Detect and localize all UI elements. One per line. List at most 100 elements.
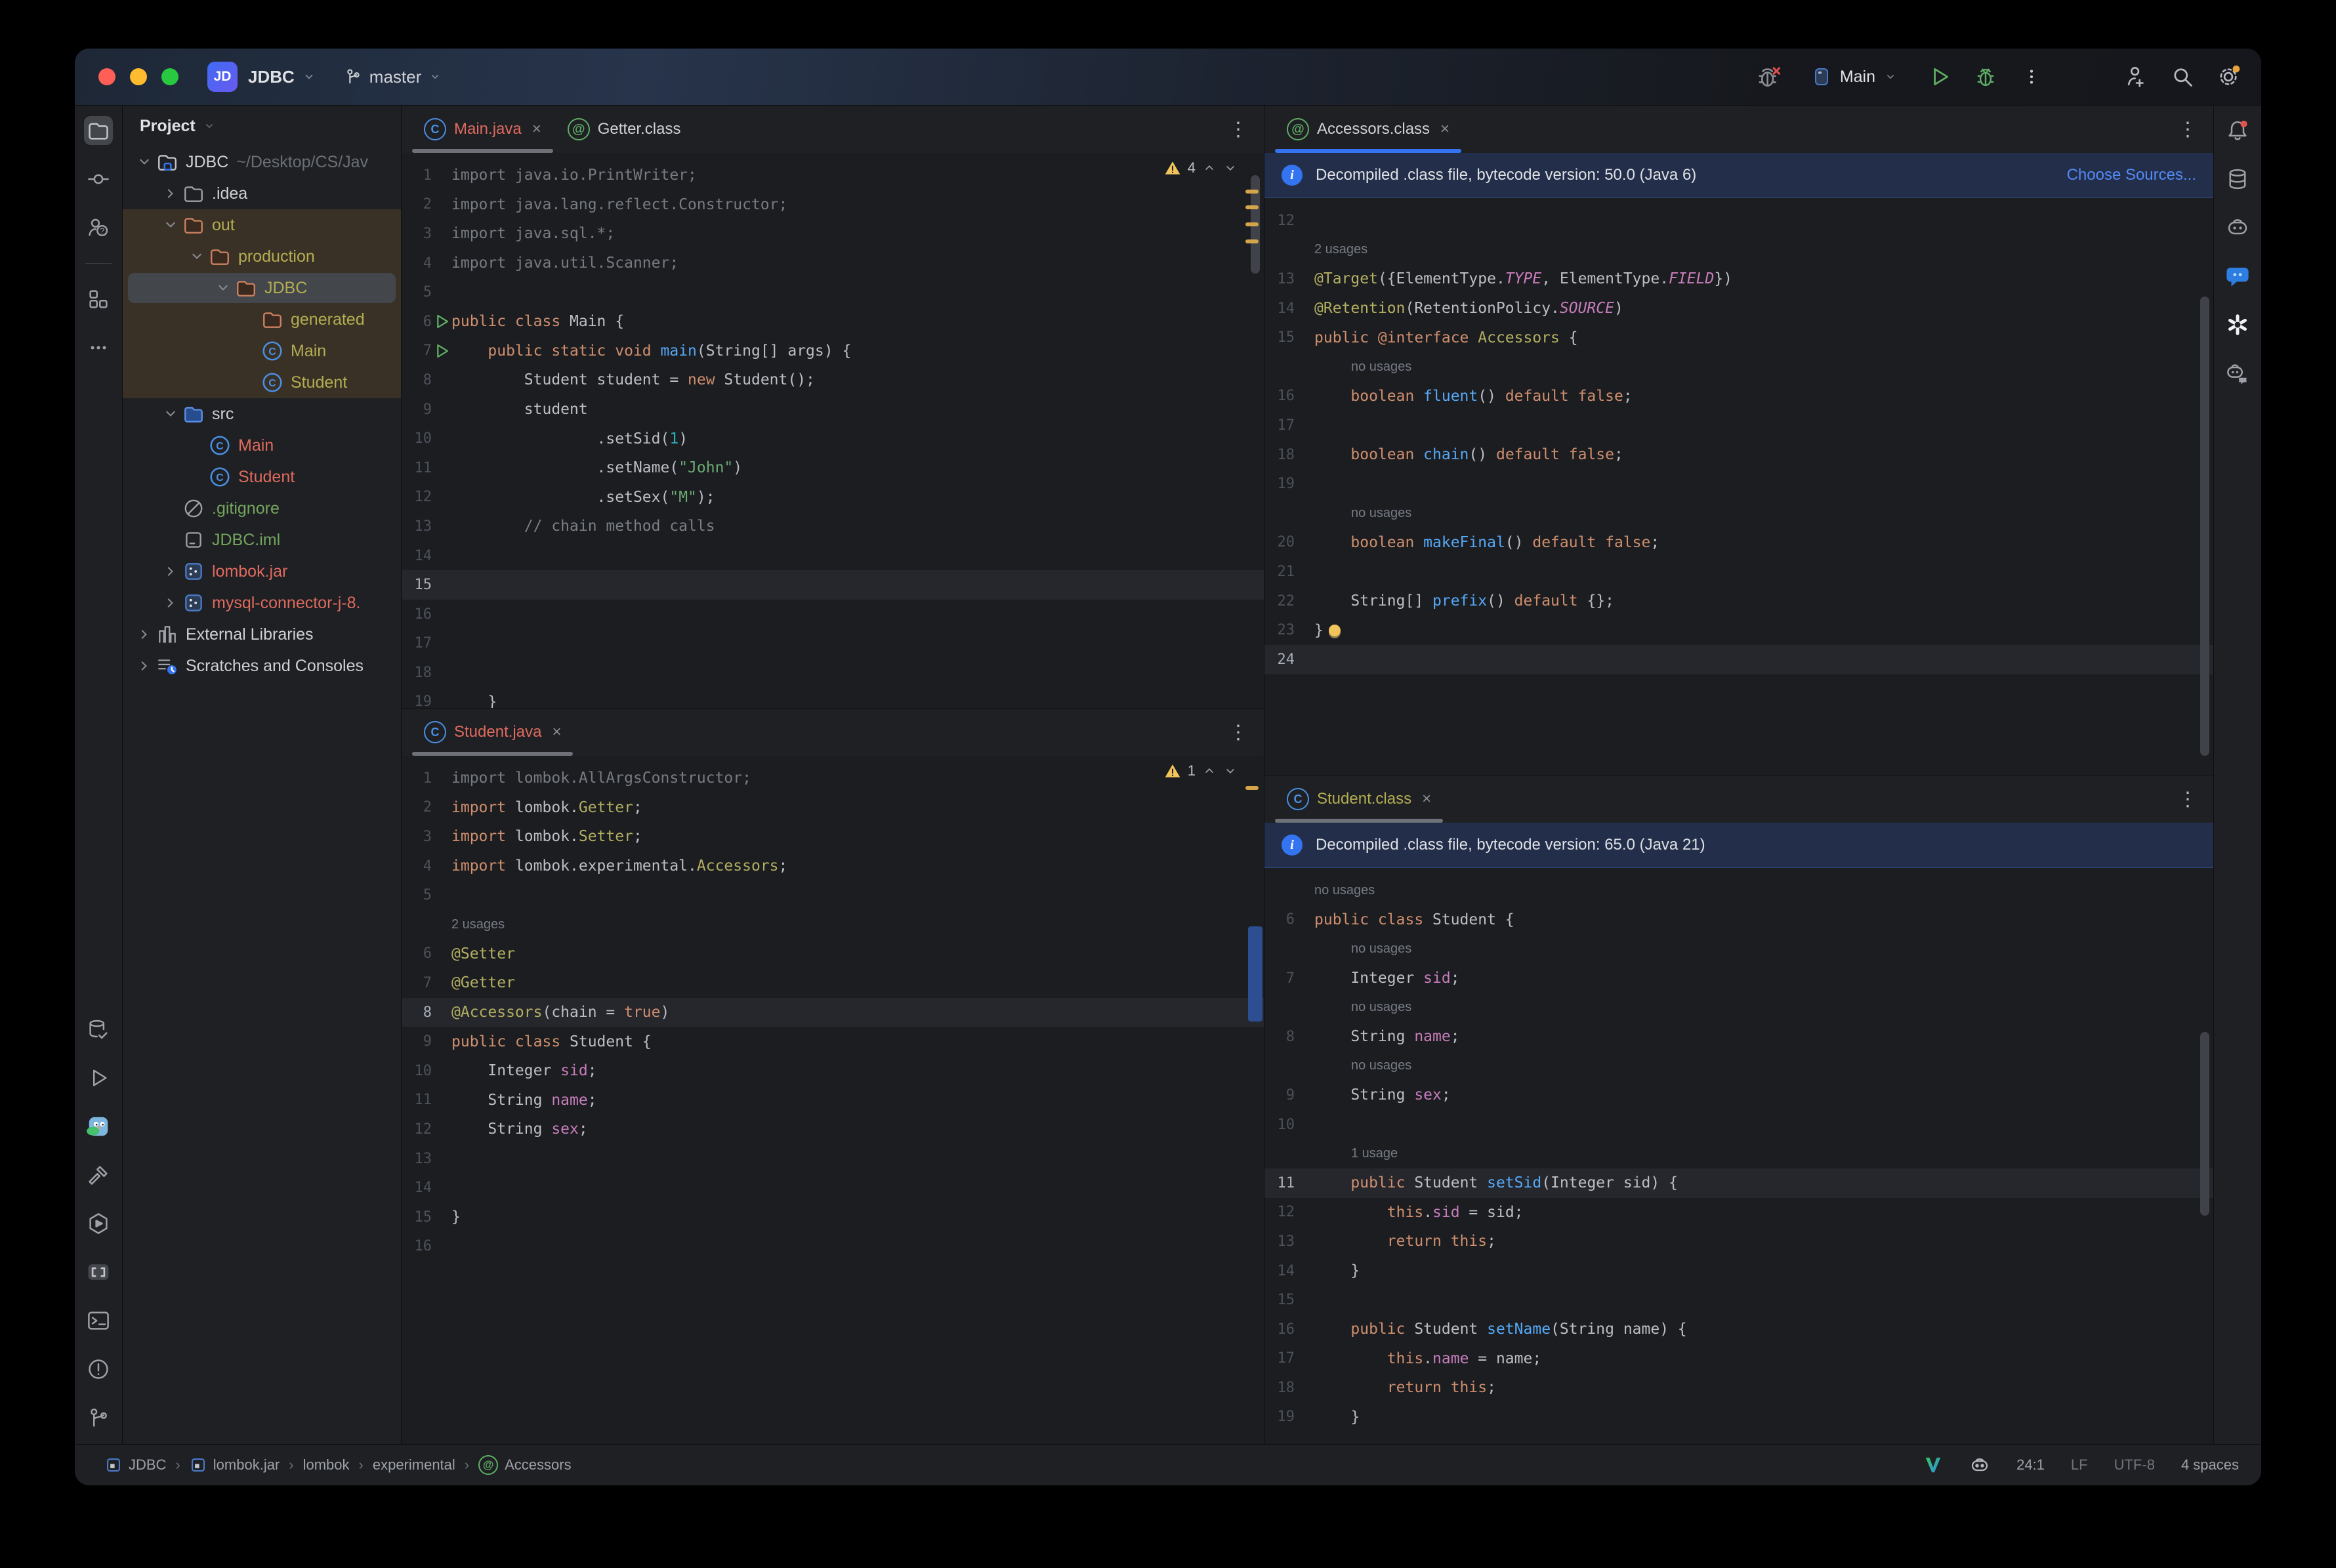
close-icon[interactable]: × — [1440, 120, 1450, 138]
breadcrumb-item-experimental[interactable]: experimental — [373, 1456, 455, 1474]
run-configuration-selector[interactable]: Main — [1811, 66, 1898, 87]
inspections-widget[interactable]: 1 — [1164, 762, 1238, 779]
breadcrumb-item-accessors[interactable]: @ Accessors — [478, 1455, 572, 1475]
code-line[interactable]: 9 student — [402, 395, 1264, 424]
code-editor-student-java[interactable]: 1 1 import lombok.AllArgsConstructor; 2 imp… — [402, 756, 1264, 1444]
zoom-window-button[interactable] — [161, 68, 178, 85]
editor-options-icon[interactable]: ⋮ — [1228, 709, 1264, 756]
code-line[interactable]: 17 — [402, 629, 1264, 659]
breadcrumb-item-jdbc[interactable]: JDBC — [105, 1456, 166, 1474]
code-line[interactable]: 13 // chain method calls — [402, 512, 1264, 541]
code-line[interactable]: 2 import java.lang.reflect.Constructor; — [402, 190, 1264, 220]
settings-gear-icon[interactable] — [2215, 64, 2242, 90]
tree-item-student[interactable]: C Student — [123, 461, 401, 493]
close-icon[interactable]: × — [532, 120, 541, 138]
code-line[interactable]: 16 — [402, 1232, 1264, 1262]
code-line[interactable]: 5 — [402, 880, 1264, 910]
editor-options-icon[interactable]: ⋮ — [1228, 106, 1264, 153]
code-line[interactable]: 14 — [402, 1173, 1264, 1203]
debug-button[interactable] — [1972, 64, 1999, 90]
line-ending[interactable]: LF — [2071, 1456, 2088, 1474]
close-icon[interactable]: × — [552, 723, 561, 741]
gopher-plugin-tool-icon[interactable] — [84, 1112, 113, 1141]
services-tool-icon[interactable] — [84, 1209, 113, 1238]
code-line[interactable]: 19 } — [1264, 1403, 2213, 1432]
code-editor-main-java[interactable]: 4 1 import java.io.PrintWriter; 2 import ja… — [402, 153, 1264, 708]
ai-robot-icon[interactable] — [1969, 1455, 1990, 1475]
ai-assistant-tool-icon[interactable] — [2223, 213, 2252, 242]
chevron-down-icon[interactable] — [159, 405, 182, 423]
tree-item--idea[interactable]: .idea — [123, 178, 401, 209]
code-line[interactable]: 10 .setSid(1) — [402, 424, 1264, 453]
code-line[interactable]: 13 @Target ({ElementType. TYPE, ElementType… — [1264, 264, 2213, 294]
tree-item-external-libraries[interactable]: External Libraries — [123, 619, 401, 650]
indent-setting[interactable]: 4 spaces — [2181, 1456, 2239, 1474]
code-line[interactable]: 16 public Student setName (String name) { — [1264, 1315, 2213, 1344]
tab-student-java[interactable]: C Student.java × — [411, 709, 574, 756]
problems-tool-icon[interactable] — [84, 1355, 113, 1384]
project-tool-icon[interactable] — [84, 116, 113, 145]
code-line[interactable]: 22 String[] prefix() default {}; — [1264, 587, 2213, 616]
code-line[interactable]: 7 @Getter — [402, 968, 1264, 998]
code-line[interactable]: 11 String name; — [402, 1086, 1264, 1115]
python-packages-tool-icon[interactable] — [84, 1258, 113, 1287]
tree-item-jdbc-iml[interactable]: JDBC.iml — [123, 524, 401, 556]
code-line[interactable]: 11 public Student setSid (Integer sid) { — [1264, 1168, 2213, 1198]
code-line[interactable]: 1 import lombok.AllArgsConstructor; — [402, 764, 1264, 793]
code-line[interactable]: 20 boolean makeFinal() default false; — [1264, 528, 2213, 558]
code-line[interactable]: 8 Student student = new Student(); — [402, 365, 1264, 395]
code-line[interactable]: 6 @Setter — [402, 939, 1264, 969]
choose-sources-link[interactable]: Choose Sources... — [2067, 166, 2196, 184]
close-icon[interactable]: × — [1422, 790, 1431, 808]
tree-item-generated[interactable]: generated — [123, 304, 401, 335]
run-button[interactable] — [1927, 64, 1953, 90]
code-line[interactable]: 18 — [402, 658, 1264, 688]
more-actions-button[interactable] — [2018, 64, 2045, 90]
tree-item-src[interactable]: src — [123, 398, 401, 430]
code-line[interactable]: 12 — [1264, 206, 2213, 236]
run-gutter-icon[interactable] — [432, 313, 451, 330]
tree-item-out[interactable]: out — [123, 209, 401, 241]
pull-requests-tool-icon[interactable]: ? — [84, 213, 113, 242]
close-window-button[interactable] — [98, 68, 115, 85]
chevron-right-icon[interactable] — [159, 563, 182, 580]
chevron-down-icon[interactable] — [202, 119, 217, 133]
chevron-right-icon[interactable] — [159, 594, 182, 611]
git-tool-icon[interactable] — [84, 1403, 113, 1432]
chevron-right-icon[interactable] — [159, 185, 182, 202]
code-line[interactable]: 16 — [402, 600, 1264, 629]
inspections-widget[interactable]: 4 — [1164, 159, 1238, 176]
run-tool-icon[interactable] — [84, 1063, 113, 1092]
code-line[interactable]: 8 @Accessors (chain = true) — [402, 997, 1264, 1027]
code-line[interactable]: 14 @Retention (RetentionPolicy. SOURCE) — [1264, 294, 2213, 323]
code-line[interactable]: 1 import java.io.PrintWriter; — [402, 161, 1264, 190]
code-line[interactable]: 12 String sex; — [402, 1115, 1264, 1144]
tree-item-scratches-and-consoles[interactable]: Scratches and Consoles — [123, 650, 401, 682]
code-line[interactable]: 6 public class Student { — [1264, 905, 2213, 935]
chatgpt-tool-icon[interactable] — [2223, 310, 2252, 339]
tree-item-main[interactable]: C Main — [123, 335, 401, 367]
code-line[interactable]: 3 import java.sql.*; — [402, 219, 1264, 249]
chevron-down-icon[interactable] — [133, 154, 156, 171]
ai-chat-tool-icon[interactable] — [2223, 359, 2252, 388]
tree-item-production[interactable]: production — [123, 241, 401, 272]
database-changes-tool-icon[interactable] — [84, 1015, 113, 1044]
code-line[interactable]: 13 — [402, 1144, 1264, 1174]
code-line[interactable]: 2 import lombok. Getter; — [402, 793, 1264, 823]
more-tools-icon[interactable] — [84, 333, 113, 362]
search-everywhere-button[interactable] — [2169, 64, 2196, 90]
database-tool-icon[interactable] — [2223, 165, 2252, 194]
code-editor-student-class[interactable]: no usages 6 public class Student {no usage… — [1264, 868, 2213, 1444]
code-line[interactable]: 23} — [1264, 615, 2213, 645]
code-line[interactable]: 18 boolean chain() default false; — [1264, 440, 2213, 470]
file-encoding[interactable]: UTF-8 — [2114, 1456, 2155, 1474]
run-gutter-icon[interactable] — [432, 342, 451, 360]
code-line[interactable]: 19 — [1264, 469, 2213, 499]
chevron-down-icon[interactable] — [186, 248, 208, 265]
tree-item--gitignore[interactable]: .gitignore — [123, 493, 401, 524]
code-line[interactable]: 12 this. sid = sid; — [1264, 1198, 2213, 1228]
code-line[interactable]: 15 — [402, 570, 1264, 600]
branch-selector[interactable]: master — [343, 67, 442, 87]
breadcrumb-item-lombok-jar[interactable]: lombok.jar — [190, 1456, 280, 1474]
tab-getter-class[interactable]: @ Getter.class — [554, 106, 694, 153]
